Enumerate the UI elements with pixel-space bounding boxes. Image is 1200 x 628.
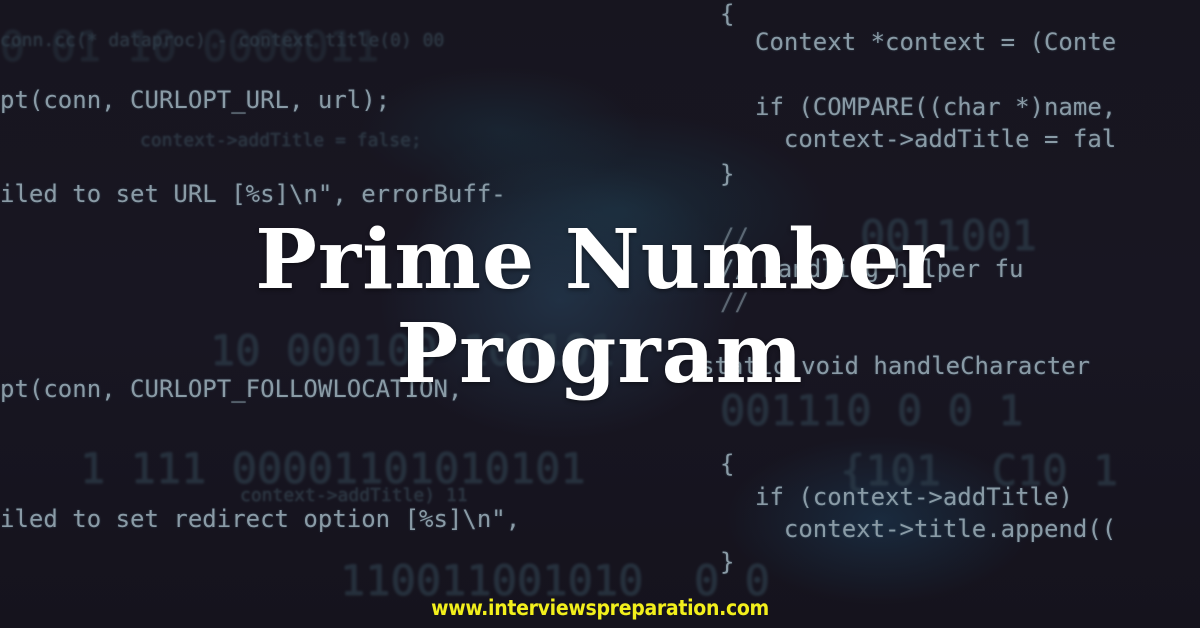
code-line-right: Context *context = (Conte — [755, 28, 1117, 56]
code-line-left: iled to set URL [%s]\n", errorBuff- — [0, 180, 506, 208]
code-line-right: { — [720, 0, 735, 28]
thumbnail-banner: conn.cc(* dataproc) - context title(0) 0… — [0, 0, 1200, 628]
code-line-left: pt(conn, CURLOPT_URL, url); — [0, 86, 391, 114]
title-line-2: Program — [396, 306, 804, 402]
code-line-right: if (context->addTitle) — [755, 483, 1073, 511]
code-line-right: } — [720, 160, 735, 188]
title-line-1: Prime Number — [255, 212, 945, 308]
code-line-right: context->addTitle = fal — [755, 125, 1117, 153]
faint-code-line: context->addTitle) 11 — [240, 485, 468, 506]
website-url: www.interviewspreparation.com — [431, 596, 769, 620]
faint-binary-line: 1 111 00001101010101 — [80, 444, 586, 493]
faint-binary-line: 0 01 10 0000011 — [0, 22, 380, 71]
faint-code-line: context->addTitle = false; — [140, 130, 422, 151]
code-line-right: if (COMPARE((char *)name, — [755, 93, 1117, 121]
code-line-left: iled to set redirect option [%s]\n", — [0, 505, 521, 533]
code-line-right: context->title.append(( — [755, 515, 1117, 543]
code-line-right: { — [720, 450, 735, 478]
code-line-right: } — [720, 548, 735, 576]
